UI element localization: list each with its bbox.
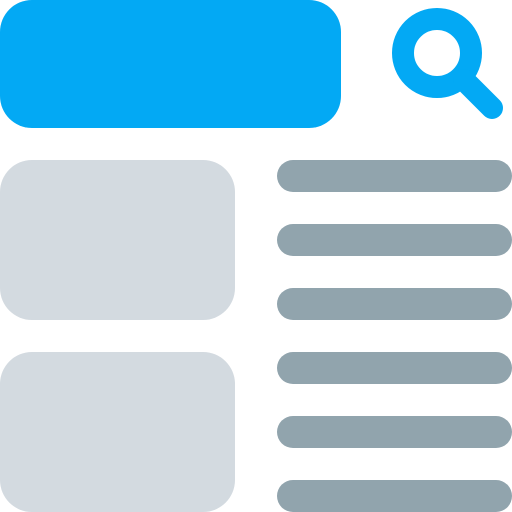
text-line xyxy=(277,352,512,384)
text-line xyxy=(277,160,512,192)
text-line xyxy=(277,224,512,256)
text-line xyxy=(277,416,512,448)
text-line xyxy=(277,480,512,512)
search-icon xyxy=(392,8,503,119)
search-button[interactable] xyxy=(384,0,512,128)
search-input[interactable] xyxy=(0,0,341,128)
text-line xyxy=(277,288,512,320)
content-card-thumbnail[interactable] xyxy=(0,352,235,512)
content-card-thumbnail[interactable] xyxy=(0,160,235,320)
